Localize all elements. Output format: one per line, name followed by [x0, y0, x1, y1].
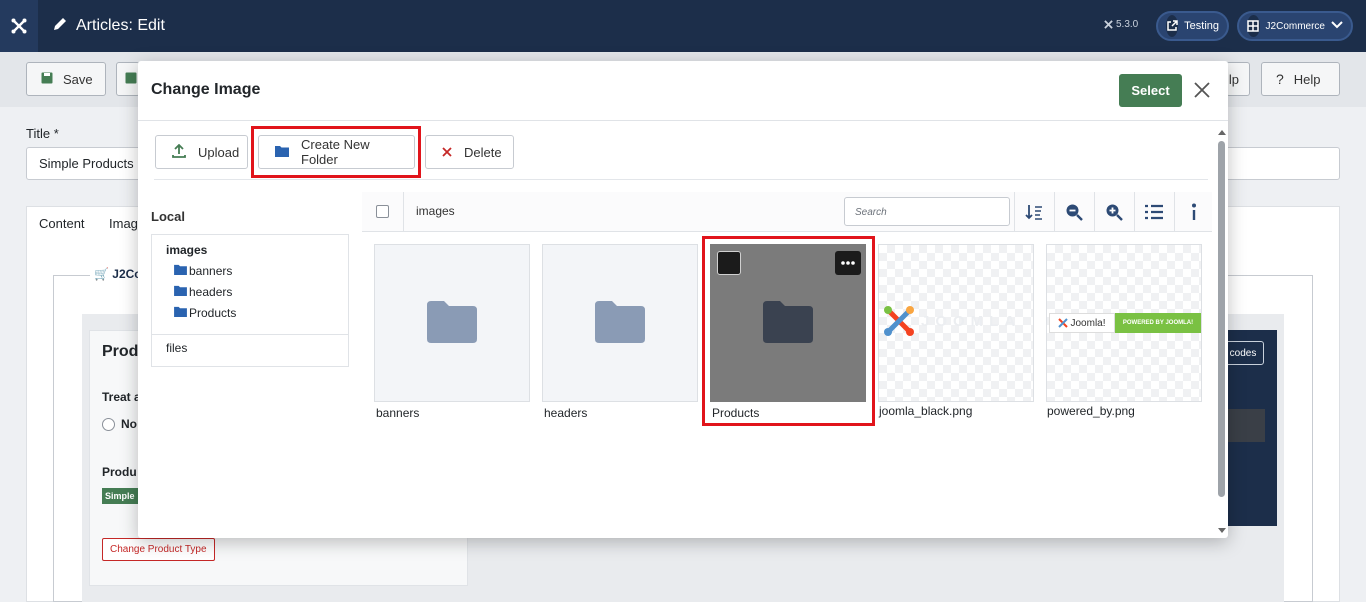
zoom-out-icon[interactable]: [1064, 202, 1084, 222]
product-type-label: Produ: [102, 465, 137, 479]
zoom-in-icon[interactable]: [1104, 202, 1124, 222]
pencil-icon: [52, 16, 68, 37]
tree-item-headers[interactable]: headers: [174, 285, 232, 299]
folder-tile-banners[interactable]: [374, 244, 530, 402]
close-x-icon: [442, 145, 452, 160]
products-highlight: [702, 236, 875, 426]
folder-tree: images banners headers Products files: [151, 234, 349, 367]
joomla-black-thumbnail: JOOMLA: [883, 305, 1021, 337]
search-input[interactable]: Search: [844, 197, 1010, 226]
divider: [1134, 192, 1135, 232]
divider: [1094, 192, 1095, 232]
admin-header: Articles: Edit 5.3.0 Testing J2Commerce: [0, 0, 1366, 52]
folder-icon: [174, 264, 187, 278]
image-tile-joomla-black[interactable]: JOOMLA: [878, 244, 1034, 402]
product-heading: Prod: [102, 343, 139, 360]
joomla-small-icon: [1058, 318, 1069, 328]
tab-content[interactable]: Content: [39, 216, 85, 231]
modal-title: Change Image: [151, 81, 261, 98]
chevron-down-icon: [1331, 20, 1343, 32]
radio-no[interactable]: No: [102, 417, 137, 431]
tree-root-files[interactable]: files: [166, 341, 187, 355]
user-menu-button[interactable]: J2Commerce: [1237, 11, 1353, 41]
joomla-logo-icon: [884, 306, 914, 336]
list-view-icon[interactable]: [1144, 202, 1164, 222]
grid-icon: [1247, 15, 1260, 37]
change-product-type-button[interactable]: Change Product Type: [102, 538, 215, 561]
joomla-logo-icon[interactable]: [0, 0, 38, 52]
folder-icon: [595, 300, 645, 346]
save-close-button[interactable]: [116, 62, 140, 96]
scrollbar-thumb[interactable]: [1218, 141, 1225, 497]
select-all-checkbox[interactable]: [376, 205, 389, 218]
radio-circle[interactable]: [102, 417, 115, 431]
joomla-wordmark: JOOMLA: [921, 312, 1022, 330]
folder-icon: [174, 306, 187, 320]
tree-item-banners[interactable]: banners: [174, 264, 232, 278]
question-icon: ?: [1276, 71, 1284, 87]
toolbar-divider: [154, 179, 1208, 180]
shortcodes-button[interactable]: codes: [1222, 341, 1264, 365]
tile-label: joomla_black.png: [879, 404, 973, 418]
tile-label: powered_by.png: [1047, 404, 1135, 418]
sort-icon[interactable]: [1024, 202, 1044, 222]
info-icon[interactable]: [1184, 202, 1204, 222]
change-image-modal: Change Image Select Upload Create New Fo…: [138, 61, 1228, 538]
browser-toolbar: images Search: [362, 192, 1212, 232]
folder-icon: [427, 300, 477, 346]
tile-label: banners: [376, 406, 420, 420]
select-button[interactable]: Select: [1119, 74, 1182, 107]
save-icon: [41, 72, 53, 87]
create-folder-highlight: [251, 126, 421, 178]
joomla-small-icon: [1104, 20, 1113, 29]
page-title: Articles: Edit: [52, 0, 165, 52]
divider: [1174, 192, 1175, 232]
help-button-partial[interactable]: lp: [1226, 62, 1250, 96]
version-label: 5.3.0: [1104, 19, 1138, 30]
delete-button[interactable]: Delete: [425, 135, 514, 169]
tile-label: headers: [544, 406, 588, 420]
external-link-icon: [1166, 15, 1179, 37]
modal-header: Change Image Select: [138, 61, 1228, 121]
treat-label: Treat a: [102, 390, 141, 404]
divider: [403, 192, 404, 232]
upload-button[interactable]: Upload: [155, 135, 248, 169]
page-title-text: Articles: Edit: [76, 17, 165, 34]
folder-tile-headers[interactable]: [542, 244, 698, 402]
powered-by-thumbnail: Joomla! POWERED BY JOOMLA!: [1049, 313, 1201, 333]
local-label: Local: [151, 209, 185, 224]
save-button[interactable]: Save: [26, 62, 106, 96]
tree-divider: [152, 334, 348, 335]
divider: [1014, 192, 1015, 232]
help-button[interactable]: ? Help: [1261, 62, 1340, 96]
breadcrumb[interactable]: images: [416, 204, 455, 218]
image-tile-powered-by[interactable]: Joomla! POWERED BY JOOMLA!: [1046, 244, 1202, 402]
testing-site-button[interactable]: Testing: [1156, 11, 1229, 41]
title-label: Title *: [26, 126, 59, 141]
tab-images[interactable]: Imag: [109, 216, 138, 231]
shortcode-box: [1222, 409, 1265, 442]
tree-item-products[interactable]: Products: [174, 306, 236, 320]
close-icon[interactable]: [1192, 80, 1212, 100]
divider: [1054, 192, 1055, 232]
save-icon: [125, 72, 137, 87]
tree-root-images[interactable]: images: [166, 243, 207, 257]
product-type-badge: Simple: [102, 488, 138, 504]
cart-icon: 🛒: [94, 267, 109, 281]
upload-icon: [172, 143, 186, 161]
folder-icon: [174, 285, 187, 299]
